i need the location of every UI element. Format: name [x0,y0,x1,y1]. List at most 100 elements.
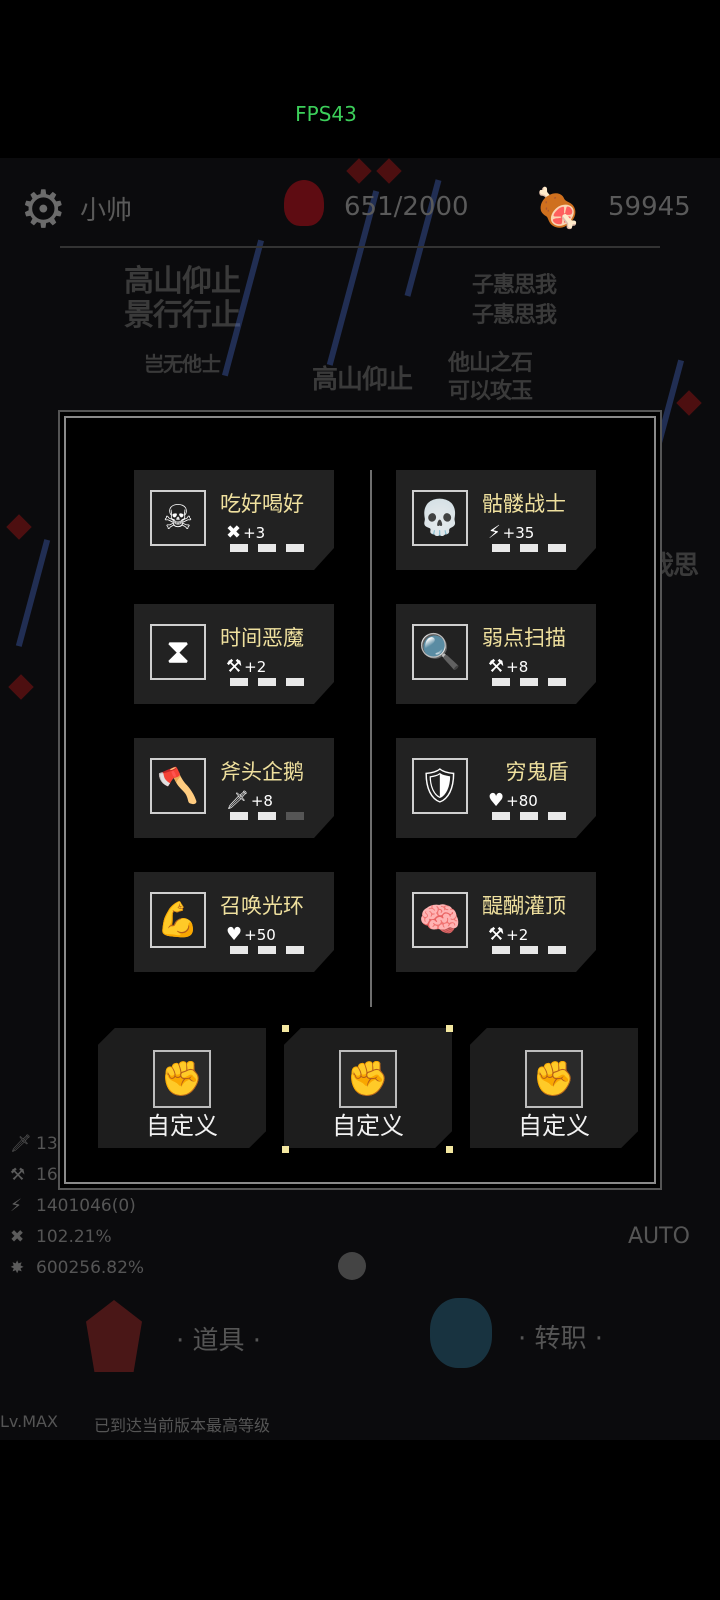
skill-bonus: ♥ +80 [488,790,538,811]
axe-icon: ⚒ [488,656,505,677]
bonus-value: +2 [506,925,529,944]
crit-icon: ✖ [10,1226,25,1247]
custom-slot-3[interactable]: ✊ 自定义 [470,1028,638,1148]
bonus-value: +8 [250,791,273,810]
level-pip [286,544,304,552]
bear-robot-icon [430,1298,492,1368]
skill-level-pips [492,678,566,686]
bonus-value: +35 [502,523,535,542]
heart-icon: ♥ [488,790,505,811]
stat-value: 600256.82% [36,1257,145,1278]
player-name: 小帅 [80,196,133,226]
heart-icon: ♥ [226,924,243,945]
level-message: 已到达当前版本最高等级 [94,1416,271,1435]
skill-card[interactable]: ⧗ 时间恶魔 ⚒ +2 [134,604,334,704]
job-change-button[interactable]: · 转职 · [518,1318,603,1355]
meat-icon: 🍖 [534,186,582,230]
skill-bonus: 🗡 +8 [226,790,273,811]
axe-icon: ⚒ [226,656,243,677]
auto-button[interactable]: AUTO [628,1224,690,1249]
strongman-icon: 💪 [150,892,206,948]
skill-bonus: ⚒ +2 [226,656,266,677]
stat-value: 102.21% [36,1226,112,1247]
stat-row: ⚡ 1401046(0) [10,1190,190,1221]
stat-value: 1401046(0) [36,1195,136,1216]
level-pip [258,946,276,954]
skill-bonus: ⚒ +8 [488,656,528,677]
skill-card[interactable]: 💪 召唤光环 ♥ +50 [134,872,334,972]
skull-icon: 💀 [412,490,468,546]
axe-icon: ⚒ [10,1164,26,1185]
skill-bonus: ✖ +3 [226,522,265,543]
level-pip-empty [286,812,304,820]
skill-card[interactable]: 🔍 弱点扫描 ⚒ +8 [396,604,596,704]
stat-value: 13 [36,1133,58,1154]
level-pip [230,544,248,552]
level-pip [492,678,510,686]
heart-particle [6,514,32,540]
level-pip [230,946,248,954]
level-pip [492,946,510,954]
axe-penguin-icon: 🪓 [150,758,206,814]
skill-bonus: ♥ +50 [226,924,276,945]
axe-icon: ⚒ [488,924,505,945]
skill-name: 骷髅战士 [482,492,566,516]
skill-level-pips [230,812,304,820]
skill-level-pips [230,946,304,954]
level-pip [492,544,510,552]
level-pip [520,678,538,686]
stat-row: ✸ 600256.82% [10,1252,190,1283]
skill-card[interactable]: ☠ 吃好喝好 ✖ +3 [134,470,334,570]
skill-bonus: ⚡ +35 [488,522,534,543]
skill-name: 时间恶魔 [220,626,304,650]
level-label: Lv.MAX [0,1412,58,1431]
custom-slot-2[interactable]: ✊ 自定义 [284,1028,452,1148]
level-pip [520,812,538,820]
bonus-value: +80 [506,791,538,810]
skill-name: 醍醐灌顶 [482,894,566,918]
items-button[interactable]: · 道具 · [176,1320,261,1357]
skill-name: 弱点扫描 [482,626,566,650]
skill-bonus: ⚒ +2 [488,924,528,945]
selection-corner [282,1025,289,1032]
fist-icon: ✊ [153,1050,211,1108]
custom-slot-1[interactable]: ✊ 自定义 [98,1028,266,1148]
skill-card[interactable]: 🛡 穷鬼盾 ♥ +80 [396,738,596,838]
shield-icon: 🛡 [412,758,468,814]
custom-slot-label: 自定义 [146,1112,218,1140]
crit-icon: ✖ [226,522,242,543]
claw-icon: ⚡ [488,522,501,543]
bg-scroll-text: 子惠思我 [472,303,557,328]
level-pip [286,678,304,686]
bg-scroll-text: 景行行止 [124,298,241,333]
stat-row: ✖ 102.21% [10,1221,190,1252]
bg-scroll-text: 高山仰止 [312,365,413,395]
claw-icon: ⚡ [10,1195,22,1216]
skill-card[interactable]: 💀 骷髅战士 ⚡ +35 [396,470,596,570]
yinyang-icon [338,1252,366,1280]
bg-scroll-text: 可以攻玉 [448,379,533,404]
skill-level-pips [492,812,566,820]
skill-card[interactable]: 🪓 斧头企鹅 🗡 +8 [134,738,334,838]
bonus-value: +50 [244,925,276,944]
heart-particle [676,390,702,416]
bonus-value: +8 [506,657,529,676]
bg-scroll-text: 岂无他士 [144,352,221,376]
skill-card[interactable]: 🧠 醍醐灌顶 ⚒ +2 [396,872,596,972]
skill-modal: ☠ 吃好喝好 ✖ +3 💀 骷髅战士 ⚡ +35 ⧗ 时间恶魔 ⚒ +2 🔍 弱点扫描… [64,416,656,1184]
level-pip [520,544,538,552]
lightning-effect [15,539,51,647]
fps-counter: FPS43 [295,102,357,126]
column-divider [370,470,372,1007]
brain-icon: 🧠 [412,892,468,948]
bonus-value: +3 [243,523,266,542]
level-pip [258,544,276,552]
bonus-value: +2 [244,657,267,676]
level-pip [258,678,276,686]
fist-icon: ✊ [339,1050,397,1108]
hud-divider [60,246,660,248]
level-pip [548,678,566,686]
skill-name: 召唤光环 [220,894,304,918]
selection-corner [282,1146,289,1153]
settings-gear-icon[interactable]: ⚙ [20,184,72,236]
